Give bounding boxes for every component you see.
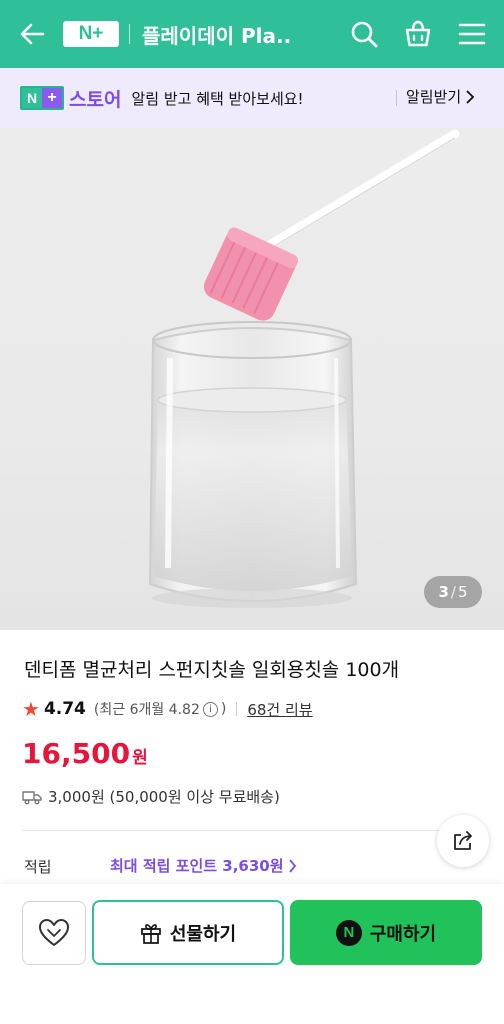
- current-image-index: 3: [438, 583, 449, 601]
- header-actions: [346, 14, 490, 54]
- store-label: 스토어: [69, 88, 122, 111]
- chevron-right-icon: [466, 89, 475, 104]
- naver-pay-icon: N: [335, 919, 362, 946]
- review-count-link[interactable]: 68건 리뷰: [247, 699, 312, 720]
- total-images: 5: [457, 583, 468, 601]
- gift-label: 선물하기: [169, 923, 237, 945]
- logo-n: N: [22, 88, 42, 108]
- price-currency: 원: [132, 748, 148, 768]
- subscribe-label: 알림받기: [406, 88, 462, 106]
- product-illustration: [148, 129, 460, 608]
- rating-score: 4.74: [43, 699, 86, 719]
- section-divider: [22, 830, 482, 831]
- notification-banner: N + 스토어 알림 받고 혜택 받아보세요! 알림받기: [0, 68, 504, 128]
- gift-button[interactable]: 선물하기: [92, 900, 284, 965]
- store-title[interactable]: 플레이데이 Pla...: [142, 20, 292, 49]
- share-button[interactable]: [437, 815, 489, 867]
- bottom-action-bar: 선물하기 N 구매하기: [0, 884, 504, 1024]
- rating-divider: [236, 702, 238, 716]
- gift-icon: [141, 923, 161, 944]
- recent-rating-text: (최근 6개월 4.82: [93, 702, 200, 718]
- shipping-info: 3,000원 (50,000원 이상 무료배송): [22, 786, 280, 807]
- heart-icon: [39, 919, 69, 946]
- search-icon[interactable]: [346, 14, 382, 54]
- naver-plus-logo[interactable]: N+: [63, 21, 119, 47]
- counter-separator: /: [450, 583, 456, 601]
- banner-message: 알림 받고 혜택 받아보세요!: [131, 89, 304, 108]
- price-value: 16,500: [22, 737, 131, 770]
- back-arrow-icon[interactable]: [13, 15, 51, 53]
- header-divider: [129, 24, 130, 44]
- chevron-right-icon: [288, 858, 296, 873]
- banner-divider: [396, 90, 397, 106]
- naver-plus-store-logo: N +: [20, 86, 64, 110]
- shopping-bag-icon[interactable]: [400, 14, 436, 54]
- max-points-link[interactable]: 최대 적립 포인트 3,630원: [110, 855, 297, 876]
- top-header: N+ 플레이데이 Pla...: [0, 0, 504, 68]
- share-icon: [454, 831, 472, 850]
- subscribe-alert-button[interactable]: 알림받기: [406, 86, 475, 107]
- image-page-counter: 3 / 5: [424, 576, 482, 608]
- buy-label: 구매하기: [369, 923, 437, 945]
- points-label: 적립: [24, 858, 52, 876]
- truck-icon: [22, 790, 42, 804]
- price: 16,500 원: [22, 737, 148, 770]
- shipping-text: 3,000원 (50,000원 이상 무료배송): [48, 788, 280, 806]
- wishlist-button[interactable]: [22, 901, 86, 965]
- logo-plus: +: [42, 88, 62, 108]
- product-image[interactable]: 3 / 5: [0, 128, 504, 630]
- buy-button[interactable]: N 구매하기: [290, 900, 482, 965]
- star-icon: ★: [22, 697, 40, 721]
- recent-rating-close: ): [220, 701, 227, 717]
- menu-icon[interactable]: [454, 14, 490, 54]
- brand-text: N+: [78, 23, 104, 44]
- points-value: 최대 적립 포인트 3,630원: [110, 857, 284, 875]
- rating-row: ★ 4.74 (최근 6개월 4.82 i ) 68건 리뷰: [22, 697, 313, 721]
- recent-rating[interactable]: (최근 6개월 4.82 i ): [94, 699, 226, 719]
- info-icon[interactable]: i: [202, 701, 218, 717]
- product-title: 덴티폼 멸균처리 스펀지칫솔 일회용칫솔 100개: [24, 659, 400, 681]
